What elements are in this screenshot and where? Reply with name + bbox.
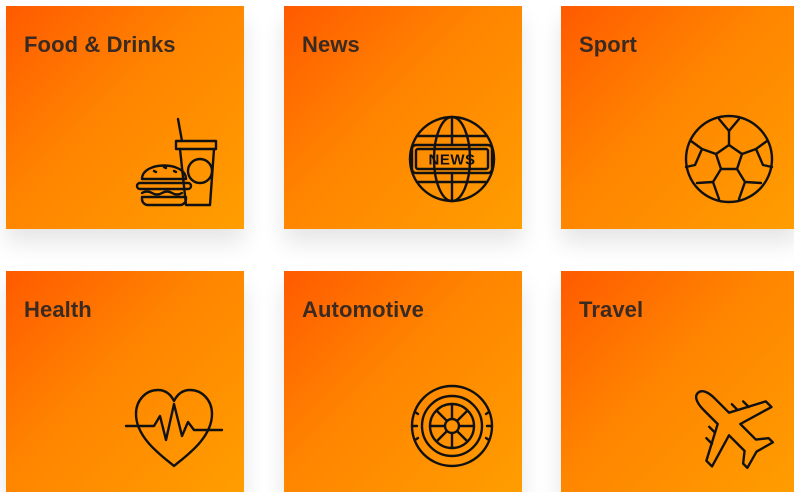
burger-and-drink-icon: [124, 109, 224, 209]
car-wheel-icon: [402, 374, 502, 474]
category-grid: Food & Drinks News NEWS Sport Health Aut…: [0, 0, 794, 492]
category-card-food-drinks[interactable]: Food & Drinks: [6, 6, 244, 229]
soccer-ball-icon: [679, 109, 779, 209]
category-title: News: [302, 32, 360, 57]
category-title: Sport: [579, 32, 637, 57]
category-title: Food & Drinks: [24, 32, 176, 57]
category-title: Health: [24, 297, 92, 322]
news-label: NEWS: [429, 152, 476, 169]
category-card-travel[interactable]: Travel: [561, 271, 794, 492]
category-card-automotive[interactable]: Automotive: [284, 271, 522, 492]
category-card-sport[interactable]: Sport: [561, 6, 794, 229]
category-title: Travel: [579, 297, 644, 322]
news-globe-icon: NEWS: [402, 109, 502, 209]
category-card-news[interactable]: News NEWS: [284, 6, 522, 229]
heartbeat-icon: [124, 374, 224, 474]
category-title: Automotive: [302, 297, 424, 322]
category-card-health[interactable]: Health: [6, 271, 244, 492]
airplane-icon: [679, 374, 779, 474]
